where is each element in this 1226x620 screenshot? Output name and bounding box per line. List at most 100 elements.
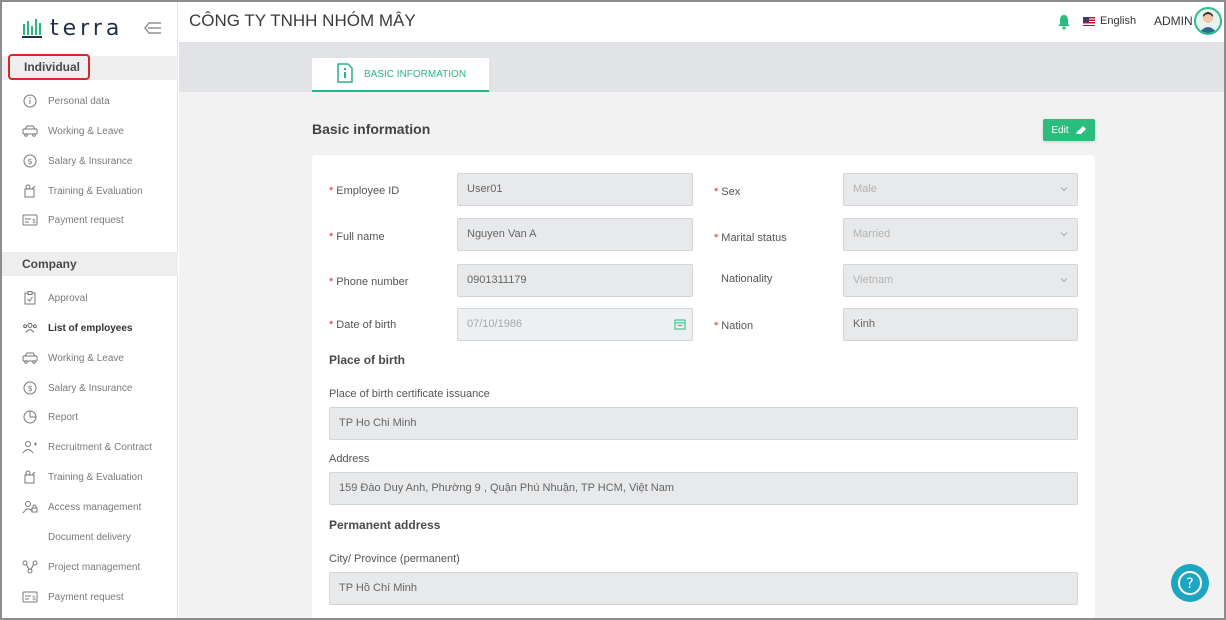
- date-of-birth-value: 07/10/1986: [467, 318, 523, 330]
- user-lock-icon: [22, 499, 38, 515]
- svg-text:$: $: [27, 384, 32, 393]
- section-title: Basic information: [312, 121, 431, 137]
- address-label: Address: [329, 453, 370, 465]
- edit-label: Edit: [1051, 124, 1069, 136]
- sidebar-item-label: List of employees: [48, 322, 133, 334]
- sidebar-item-label: Approval: [48, 292, 88, 304]
- logo[interactable]: terra: [22, 14, 123, 42]
- permanent-address-heading: Permanent address: [329, 518, 441, 532]
- sidebar-item-label: Access management: [48, 501, 142, 513]
- question-icon: ?: [1178, 571, 1202, 595]
- tab-bar: BASIC INFORMATION: [179, 42, 1224, 92]
- city-permanent-field[interactable]: TP Hồ Chí Minh: [329, 572, 1078, 605]
- sidebar-item-list-of-employees[interactable]: List of employees: [22, 318, 172, 338]
- svg-text:$: $: [32, 218, 36, 225]
- bell-icon[interactable]: [1057, 14, 1071, 30]
- terra-logo-icon: [22, 19, 42, 38]
- sidebar-item-label: Payment request: [48, 214, 124, 226]
- sidebar-item-label: Salary & Insurance: [48, 155, 133, 167]
- help-button[interactable]: ?: [1171, 564, 1209, 602]
- language-label: English: [1100, 15, 1137, 27]
- phone-number-label: * Phone number: [329, 276, 409, 288]
- address-field[interactable]: 159 Đào Duy Anh, Phường 9 , Quận Phú Nhu…: [329, 472, 1078, 505]
- sidebar-item-company-payment-request[interactable]: $ Payment request: [22, 587, 172, 607]
- car-icon: [22, 350, 38, 366]
- dollar-icon: $: [22, 380, 38, 396]
- sidebar-item-salary-insurance[interactable]: $ Salary & Insurance: [22, 151, 172, 171]
- sidebar-item-approval[interactable]: Approval: [22, 288, 172, 308]
- nationality-select[interactable]: Vietnam: [843, 264, 1078, 297]
- collapse-menu-icon[interactable]: [144, 20, 162, 36]
- sidebar: terra Individual Personal data Working &…: [2, 2, 178, 618]
- chevron-down-icon: [1060, 278, 1068, 283]
- company-name: CÔNG TY TNHH NHÓM MÂY: [189, 11, 416, 30]
- us-flag-icon: [1083, 16, 1095, 26]
- place-of-birth-heading: Place of birth: [329, 353, 406, 367]
- sidebar-item-working-leave[interactable]: Working & Leave: [22, 121, 172, 141]
- avatar[interactable]: [1194, 7, 1222, 35]
- full-name-field[interactable]: Nguyen Van A: [457, 218, 693, 251]
- sidebar-item-recruitment-contract[interactable]: Recruitment & Contract: [22, 437, 172, 457]
- top-bar: CÔNG TY TNHH NHÓM MÂY English ADMIN: [178, 2, 1224, 42]
- app-window: terra Individual Personal data Working &…: [0, 0, 1226, 620]
- marital-status-label: * Marital status: [714, 232, 787, 244]
- document-info-icon: [336, 62, 354, 86]
- sidebar-item-label: Training & Evaluation: [48, 471, 143, 483]
- user-plus-icon: [22, 439, 38, 455]
- nation-label: * Nation: [714, 320, 754, 332]
- individual-heading[interactable]: Individual: [8, 54, 90, 80]
- city-permanent-label: City/ Province (permanent): [329, 553, 460, 565]
- chevron-down-icon: [1060, 187, 1068, 192]
- sidebar-item-label: Document delivery: [48, 531, 131, 543]
- company-heading[interactable]: Company: [2, 252, 178, 276]
- sidebar-item-personal-data[interactable]: Personal data: [22, 91, 172, 111]
- language-selector[interactable]: English: [1083, 15, 1136, 27]
- tab-basic-information[interactable]: BASIC INFORMATION: [312, 58, 489, 92]
- card-icon: $: [22, 212, 38, 228]
- birth-certificate-field[interactable]: TP Ho Chi Minh: [329, 407, 1078, 440]
- calendar-icon[interactable]: [674, 318, 686, 330]
- nationality-value: Vietnam: [853, 274, 894, 286]
- svg-text:$: $: [27, 157, 32, 166]
- sidebar-item-label: Project management: [48, 561, 141, 573]
- clipboard-check-icon: [22, 290, 38, 306]
- dollar-icon: $: [22, 153, 38, 169]
- full-name-label: * Full name: [329, 231, 385, 243]
- date-of-birth-label: * Date of birth: [329, 319, 397, 331]
- user-name[interactable]: ADMIN: [1154, 14, 1193, 28]
- sidebar-item-training-evaluation[interactable]: Training & Evaluation: [22, 181, 172, 201]
- nationality-label: Nationality: [721, 273, 773, 285]
- sidebar-item-access-management[interactable]: Access management: [22, 497, 172, 517]
- edit-button[interactable]: Edit: [1043, 119, 1095, 141]
- card-icon: $: [22, 589, 38, 605]
- blank-icon: [22, 529, 38, 545]
- sidebar-item-payment-request[interactable]: $ Payment request: [22, 210, 172, 230]
- sidebar-item-label: Report: [48, 411, 79, 423]
- training-icon: [22, 183, 38, 199]
- tab-label: BASIC INFORMATION: [364, 68, 467, 80]
- sidebar-item-label: Payment request: [48, 591, 124, 603]
- marital-status-select[interactable]: Married: [843, 218, 1078, 251]
- sidebar-item-project-management[interactable]: Project management: [22, 557, 172, 577]
- sidebar-item-document-delivery[interactable]: Document delivery: [22, 527, 172, 547]
- main-content: BASIC INFORMATION Basic information Edit…: [179, 42, 1224, 618]
- sidebar-item-company-working-leave[interactable]: Working & Leave: [22, 348, 172, 368]
- employee-id-field[interactable]: User01: [457, 173, 693, 206]
- pie-chart-icon: [22, 409, 38, 425]
- svg-text:$: $: [32, 595, 36, 602]
- sex-label: * Sex: [714, 186, 741, 198]
- sex-select[interactable]: Male: [843, 173, 1078, 206]
- phone-number-field[interactable]: 0901311179: [457, 264, 693, 297]
- sidebar-item-report[interactable]: Report: [22, 407, 172, 427]
- nation-field[interactable]: Kinh: [843, 308, 1078, 341]
- sidebar-item-company-salary-insurance[interactable]: $ Salary & Insurance: [22, 378, 172, 398]
- user-avatar-icon: [1199, 12, 1217, 33]
- chevron-down-icon: [1060, 232, 1068, 237]
- birth-certificate-label: Place of birth certificate issuance: [329, 388, 490, 400]
- employee-id-label: * Employee ID: [329, 185, 400, 197]
- info-icon: [22, 93, 38, 109]
- sidebar-item-company-training-evaluation[interactable]: Training & Evaluation: [22, 467, 172, 487]
- logo-text: terra: [50, 15, 124, 41]
- svg-text:?: ?: [1186, 576, 1193, 592]
- date-of-birth-field[interactable]: 07/10/1986: [457, 308, 693, 341]
